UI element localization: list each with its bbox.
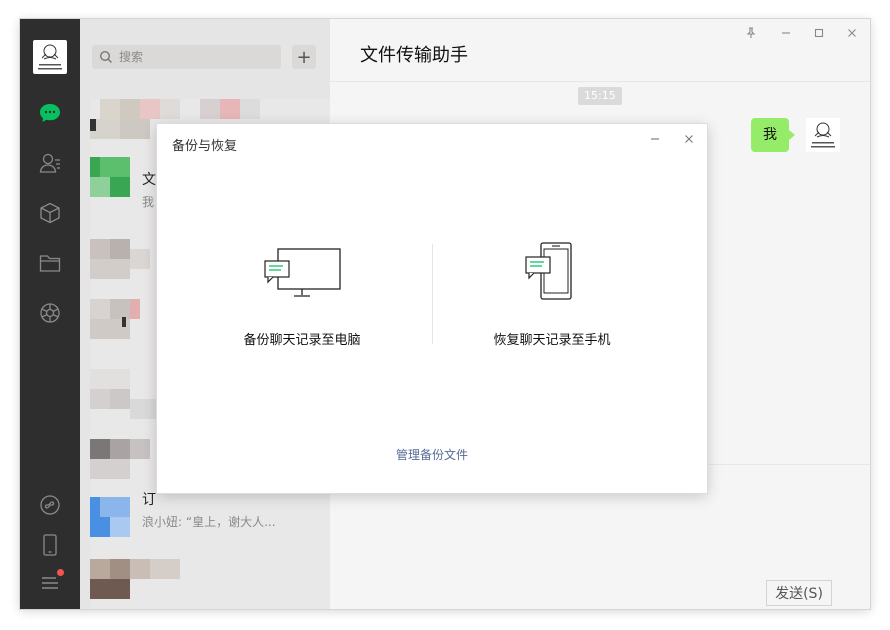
backup-option-label: 备份聊天记录至电脑 [243, 333, 361, 348]
pin-icon[interactable] [741, 25, 761, 41]
message-timestamp: 15:15 [578, 87, 622, 105]
option-divider [432, 244, 433, 344]
moments-icon[interactable] [38, 301, 62, 325]
user-avatar[interactable] [33, 40, 67, 74]
send-button[interactable]: 发送(S) [766, 580, 832, 606]
restore-option-label: 恢复聊天记录至手机 [493, 333, 611, 348]
chat-icon[interactable] [38, 101, 62, 125]
dialog-title: 备份与恢复 [172, 139, 238, 154]
folder-icon[interactable] [38, 251, 62, 275]
manage-backup-files-link[interactable]: 管理备份文件 [157, 446, 707, 463]
phone-icon[interactable] [38, 533, 62, 557]
chat-header: 文件传输助手 [330, 19, 870, 82]
search-input[interactable] [117, 49, 271, 65]
mini-program-icon[interactable] [38, 493, 62, 517]
message-avatar[interactable] [806, 118, 840, 152]
menu-icon[interactable] [38, 569, 64, 595]
favorites-cube-icon[interactable] [38, 201, 62, 225]
chat-name: 订 [142, 492, 156, 508]
computer-backup-icon [264, 248, 341, 297]
message-bubble[interactable]: 我 [751, 118, 795, 152]
close-icon[interactable] [842, 25, 862, 41]
backup-restore-dialog: 备份与恢复 备份聊天记录至电脑 恢复聊天记录至手机 管理备份文件 [157, 124, 707, 493]
restore-to-phone-option[interactable]: 恢复聊天记录至手机 [437, 239, 667, 349]
dialog-close-icon[interactable] [679, 130, 699, 148]
search-bar[interactable] [92, 45, 281, 69]
contacts-icon[interactable] [38, 151, 62, 175]
add-chat-button[interactable]: + [292, 45, 316, 69]
search-icon [99, 50, 112, 63]
backup-to-pc-option[interactable]: 备份聊天记录至电脑 [187, 239, 417, 349]
notification-dot [57, 569, 64, 576]
minimize-icon[interactable] [776, 25, 796, 41]
chat-preview: 我 [142, 195, 155, 209]
chat-name: 文 [142, 172, 156, 188]
chat-title: 文件传输助手 [360, 45, 468, 66]
chat-preview: 浪小妞: “皇上，谢大人... [142, 515, 276, 529]
maximize-icon[interactable] [809, 25, 829, 41]
phone-restore-icon [525, 242, 572, 300]
sidebar [20, 19, 80, 609]
dialog-minimize-icon[interactable] [645, 130, 665, 148]
